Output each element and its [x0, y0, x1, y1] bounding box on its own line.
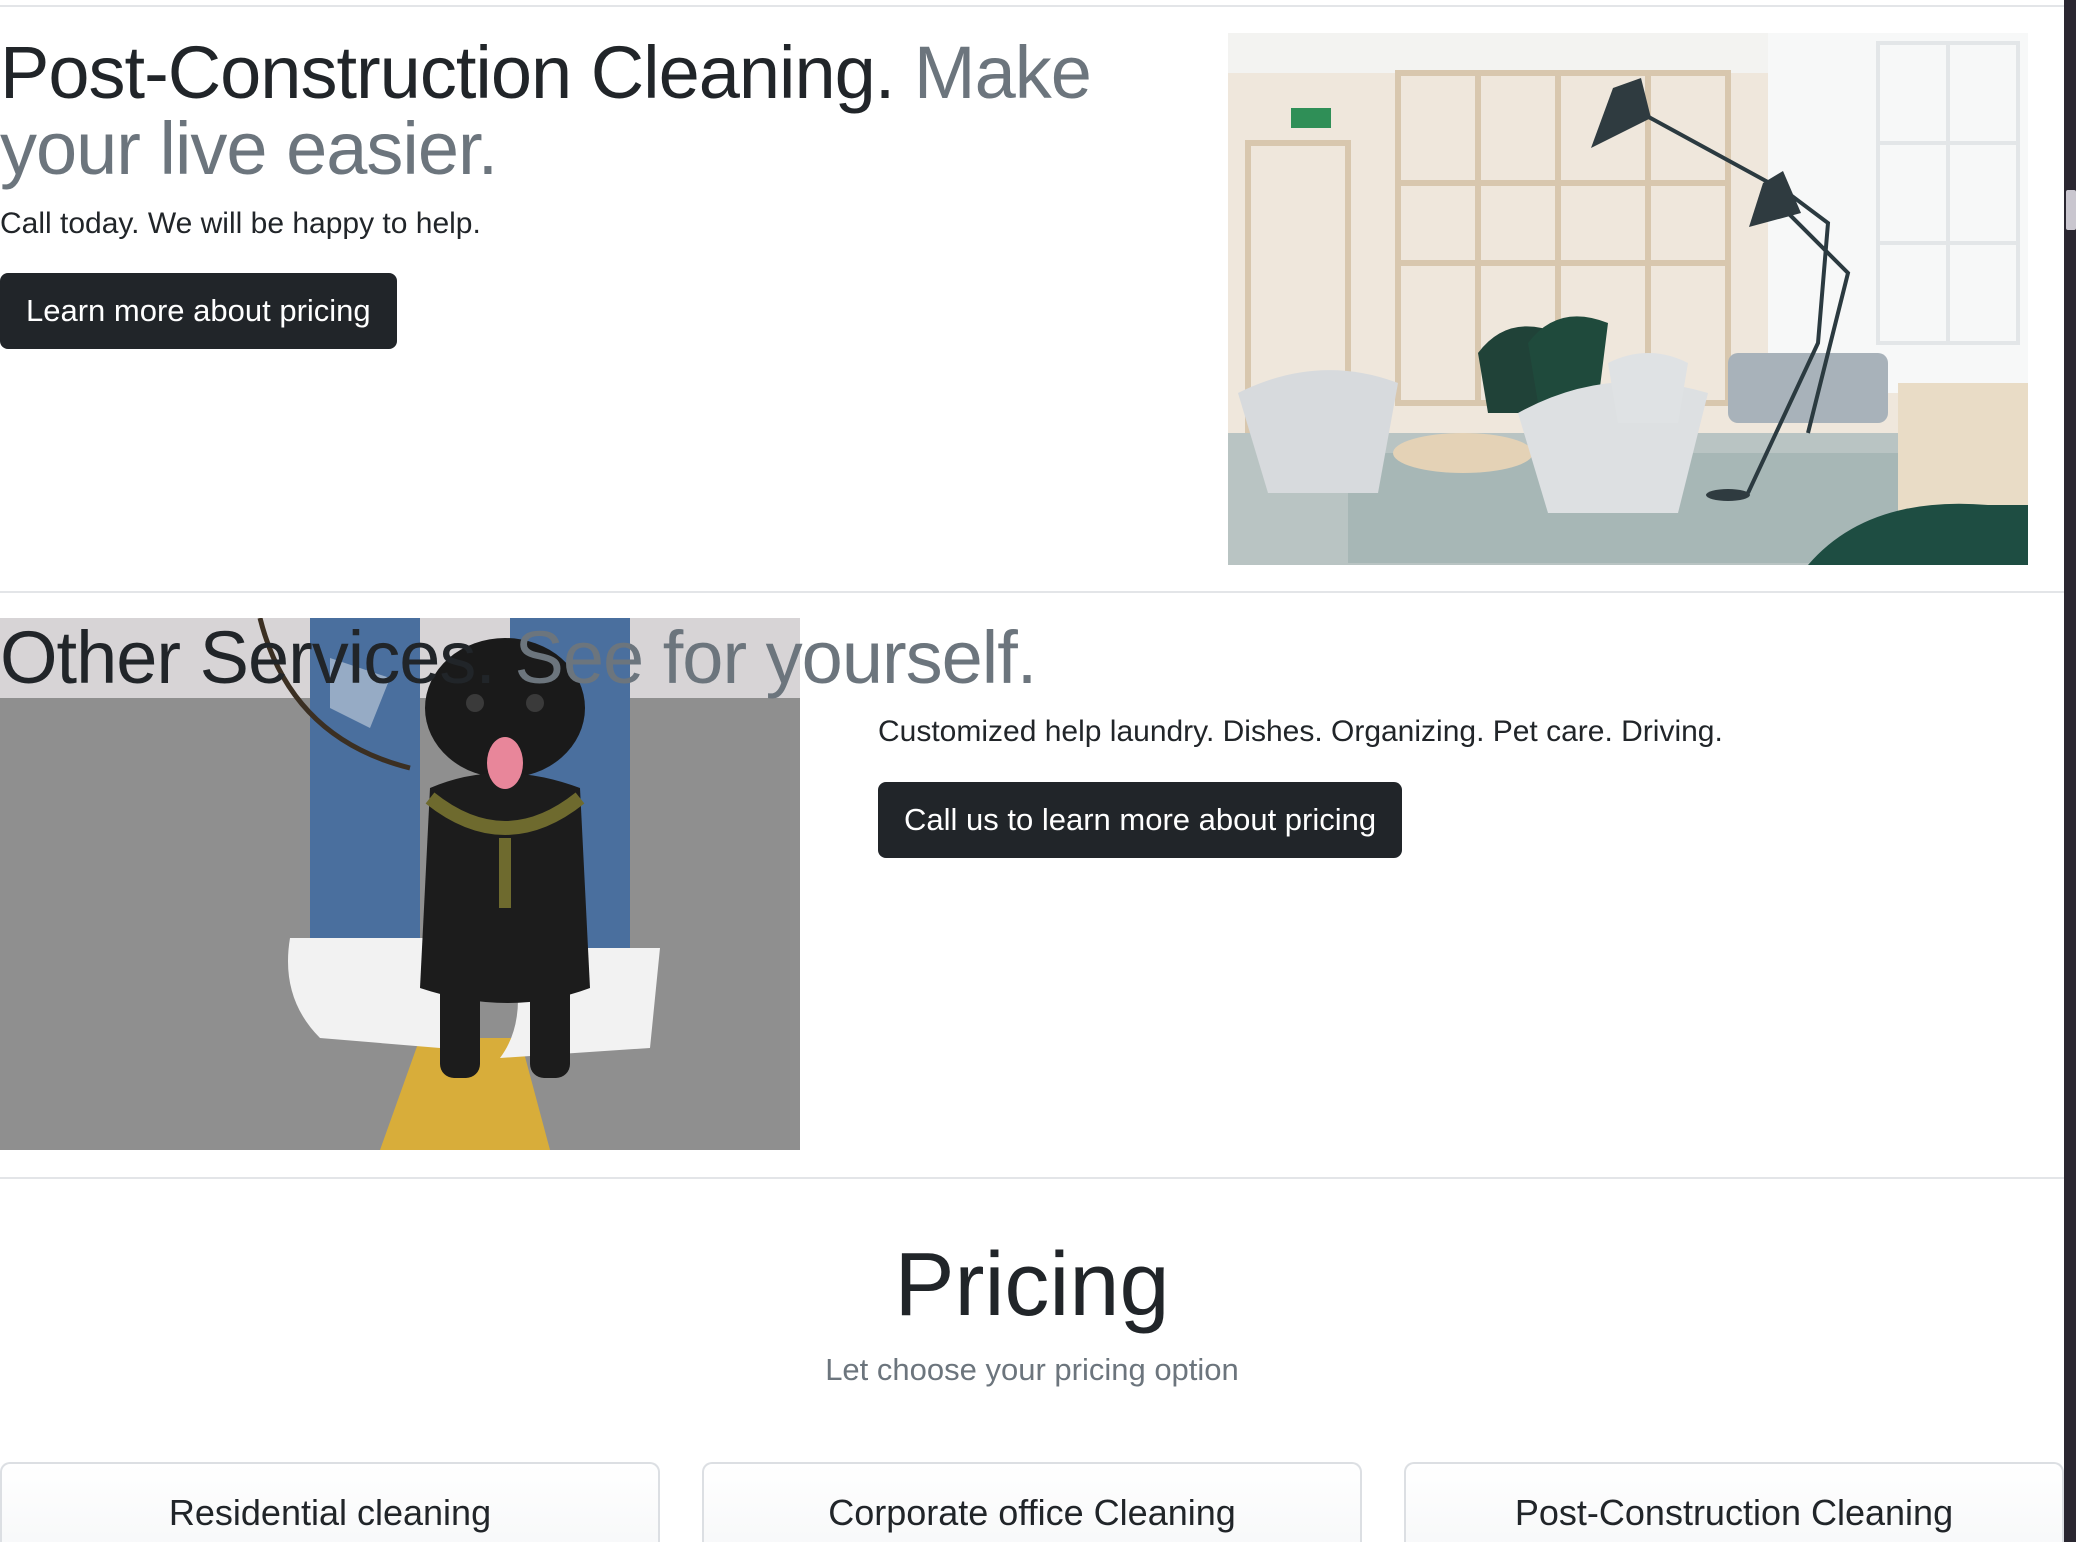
window-edge	[2064, 0, 2076, 1542]
pricing-subtitle: Let choose your pricing option	[825, 1352, 1239, 1387]
heading-main-text: Post-Construction Cleaning.	[0, 31, 895, 114]
pricing-card-corporate: Corporate office Cleaning	[702, 1462, 1362, 1542]
heading-main-text: Other Services.	[0, 616, 496, 699]
office-interior-image	[1228, 33, 2028, 565]
pricing-card-residential: Residential cleaning	[0, 1462, 660, 1542]
learn-more-pricing-button[interactable]: Learn more about pricing	[0, 273, 397, 349]
pricing-card-title: Post-Construction Cleaning	[1514, 1492, 1954, 1533]
divider-2	[0, 1177, 2064, 1179]
heading-muted-text: See for yourself.	[514, 616, 1038, 699]
page: Post-Construction Cleaning. Make your li…	[0, 0, 2064, 1542]
call-learn-more-pricing-button[interactable]: Call us to learn more about pricing	[878, 782, 1403, 858]
office-interior-photo-icon	[1228, 33, 2028, 565]
divider-top	[0, 5, 2064, 7]
section-heading-other-services: Other Services. See for yourself.	[0, 620, 1150, 696]
divider-1	[0, 591, 2064, 593]
pricing-card-post-construction: Post-Construction Cleaning	[1404, 1462, 2064, 1542]
section-lead-post-construction: Call today. We will be happy to help.	[0, 207, 481, 240]
pricing-title: Pricing	[894, 1235, 1170, 1335]
pricing-card-title: Corporate office Cleaning	[828, 1492, 1236, 1533]
section-lead-other-services: Customized help laundry. Dishes. Organiz…	[878, 715, 1723, 748]
section-heading-post-construction: Post-Construction Cleaning. Make your li…	[0, 35, 1150, 187]
pricing-card-title: Residential cleaning	[168, 1492, 492, 1533]
scrollbar-thumb[interactable]	[2066, 190, 2076, 230]
